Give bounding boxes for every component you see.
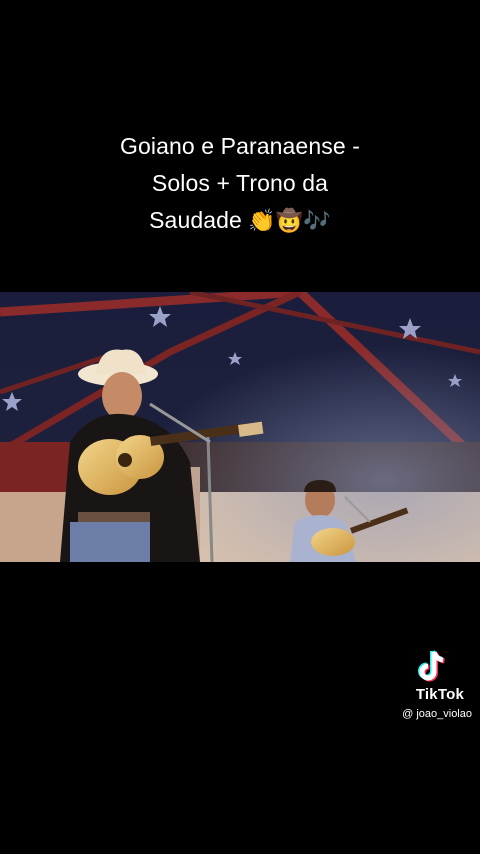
tiktok-note-icon — [418, 650, 445, 682]
video-screen[interactable]: Goiano e Paranaense - Solos + Trono da S… — [0, 0, 480, 854]
caption-line-2: Solos + Trono da — [151, 170, 329, 196]
video-caption: Goiano e Paranaense - Solos + Trono da S… — [40, 128, 440, 239]
tiktok-brand-label: TikTok — [415, 686, 464, 703]
creator-handle: @ joao_violao — [402, 708, 472, 720]
caption-line-3: Saudade 👏🤠🎶 — [40, 202, 440, 239]
caption-line-3-text: Saudade — [149, 207, 242, 233]
caption-emojis: 👏🤠🎶 — [248, 208, 331, 233]
video-frame[interactable] — [0, 292, 480, 562]
caption-line-1: Goiano e Paranaense - — [120, 133, 360, 159]
stage-scene-image — [0, 292, 480, 562]
